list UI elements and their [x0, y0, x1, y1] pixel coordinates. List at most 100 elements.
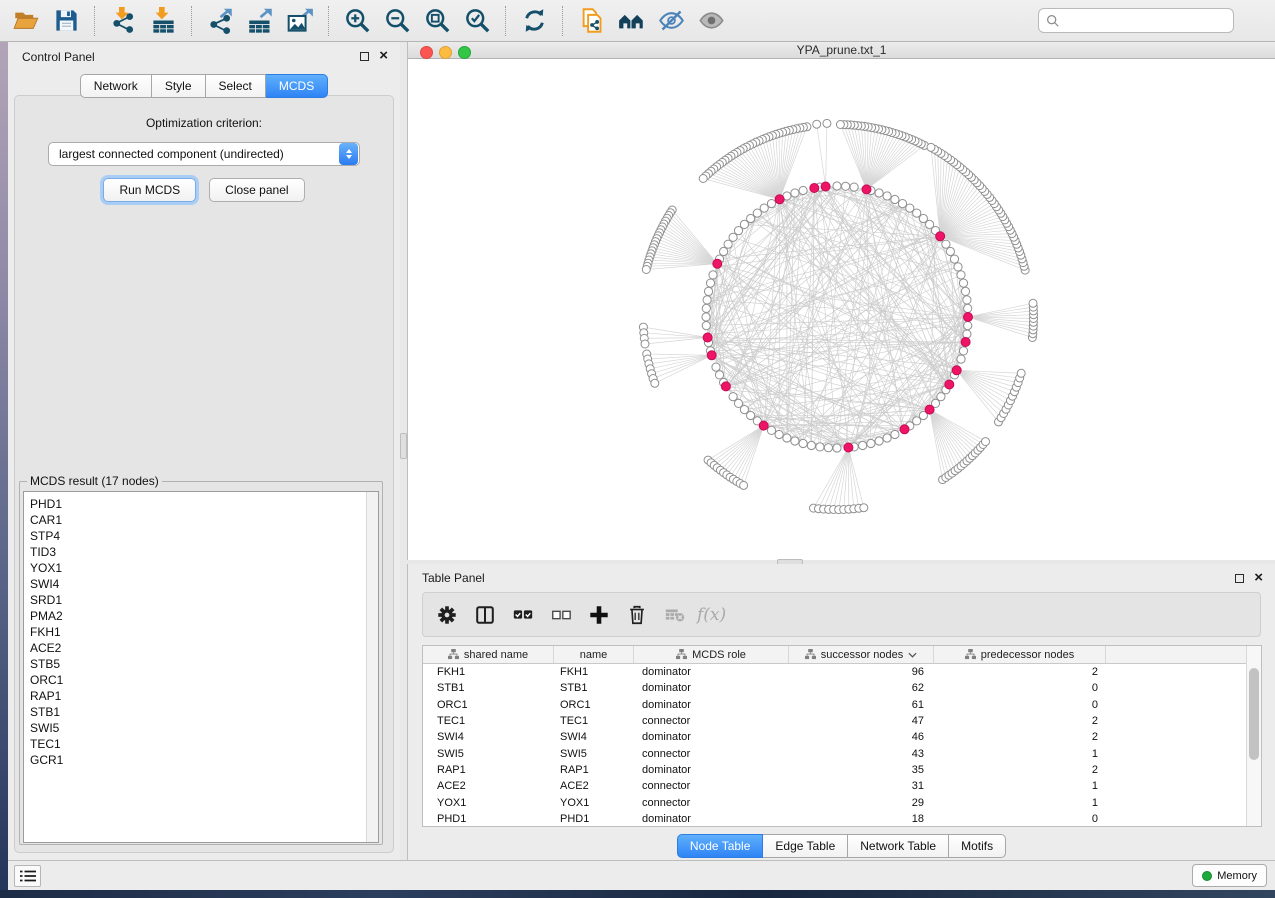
mcds-result-item[interactable]: STP4 [30, 528, 365, 544]
show-all-button[interactable] [691, 4, 731, 38]
table-row[interactable]: YOX1YOX1connector291 [423, 794, 1261, 810]
tab-select[interactable]: Select [206, 74, 266, 98]
tab-motifs[interactable]: Motifs [949, 834, 1006, 858]
window-minimize-button[interactable] [439, 46, 452, 59]
apply-layout-button[interactable] [514, 4, 554, 38]
mcds-result-item[interactable]: TEC1 [30, 736, 365, 752]
table-scrollbar[interactable] [1246, 646, 1261, 826]
table-row[interactable]: RAP1RAP1dominator352 [423, 762, 1261, 778]
open-folder-icon [13, 7, 40, 34]
close-panel-button[interactable]: Close panel [209, 178, 304, 202]
column-header-MCDS-role[interactable]: MCDS role [634, 646, 789, 663]
mcds-result-item[interactable]: SWI4 [30, 576, 365, 592]
hide-selected-button[interactable] [651, 4, 691, 38]
sitemap-icon [965, 649, 976, 660]
export-table-button[interactable] [240, 4, 280, 38]
mcds-result-item[interactable]: STB1 [30, 704, 365, 720]
zoom-out-button[interactable] [377, 4, 417, 38]
table-row[interactable]: SWI5SWI5connector431 [423, 745, 1261, 761]
show-columns-button[interactable] [469, 598, 501, 632]
mcds-result-item[interactable]: GCR1 [30, 752, 365, 768]
mcds-result-item[interactable]: RAP1 [30, 688, 365, 704]
control-panel: Control Panel × NetworkStyleSelectMCDS O… [8, 42, 400, 860]
table-scrollbar-thumb[interactable] [1249, 668, 1259, 760]
float-panel-icon[interactable] [1235, 574, 1244, 583]
table-row[interactable]: PHD1PHD1dominator180 [423, 811, 1261, 827]
column-header-predecessor-nodes[interactable]: predecessor nodes [934, 646, 1106, 663]
window-zoom-button[interactable] [458, 46, 471, 59]
table-cell: connector [634, 748, 789, 760]
column-header-successor-nodes[interactable]: successor nodes [789, 646, 934, 663]
table-row[interactable]: ORC1ORC1dominator610 [423, 697, 1261, 713]
toolbar-separator [191, 6, 192, 36]
tab-edge-table[interactable]: Edge Table [763, 834, 848, 858]
mcds-result-item[interactable]: PMA2 [30, 608, 365, 624]
tab-network-table[interactable]: Network Table [848, 834, 949, 858]
table-cell: STB1 [554, 682, 634, 694]
control-panel-title: Control Panel [8, 42, 400, 64]
mcds-result-item[interactable]: SWI5 [30, 720, 365, 736]
tab-node-table[interactable]: Node Table [677, 834, 764, 858]
network-canvas[interactable] [408, 59, 1275, 560]
mcds-result-item[interactable]: YOX1 [30, 560, 365, 576]
task-history-button[interactable] [14, 865, 41, 887]
mcds-result-item[interactable]: PHD1 [30, 496, 365, 512]
window-close-button[interactable] [420, 46, 433, 59]
mcds-result-item[interactable]: TID3 [30, 544, 365, 560]
table-row[interactable]: ACE2ACE2connector311 [423, 778, 1261, 794]
column-header-label: name [580, 649, 608, 661]
table-row[interactable]: TEC1TEC1connector472 [423, 713, 1261, 729]
tab-mcds[interactable]: MCDS [266, 74, 328, 98]
zoom-selected-button[interactable] [457, 4, 497, 38]
float-panel-icon[interactable] [360, 52, 369, 61]
search-input[interactable] [1060, 11, 1226, 31]
mcds-result-item[interactable]: STB5 [30, 656, 365, 672]
table-row[interactable]: STB1STB1dominator620 [423, 680, 1261, 696]
column-header-shared-name[interactable]: shared name [423, 646, 554, 663]
zoom-fit-button[interactable] [417, 4, 457, 38]
tab-network[interactable]: Network [80, 74, 152, 98]
first-neighbors-button[interactable] [611, 4, 651, 38]
mcds-result-item[interactable]: ACE2 [30, 640, 365, 656]
table-panel-title: Table Panel [408, 564, 1275, 585]
table-cell: TEC1 [554, 715, 634, 727]
import-table-button[interactable] [143, 4, 183, 38]
table-cell: connector [634, 780, 789, 792]
table-row[interactable]: SWI4SWI4dominator462 [423, 729, 1261, 745]
close-panel-icon[interactable]: × [379, 51, 388, 61]
network-graph[interactable] [408, 59, 1274, 555]
zoom-in-button[interactable] [337, 4, 377, 38]
save-session-button[interactable] [46, 4, 86, 38]
delete-column-button[interactable] [621, 598, 653, 632]
import-network-button[interactable] [103, 4, 143, 38]
export-image-button[interactable] [280, 4, 320, 38]
criterion-select[interactable]: largest connected component (undirected) [48, 142, 360, 166]
copy-network-button[interactable] [571, 4, 611, 38]
network-window-titlebar: YPA_prune.txt_1 [408, 42, 1275, 59]
table-mode-button[interactable] [431, 598, 463, 632]
run-mcds-button[interactable]: Run MCDS [103, 178, 196, 202]
create-column-button[interactable] [583, 598, 615, 632]
unselect-all-button[interactable] [545, 598, 577, 632]
export-network-button[interactable] [200, 4, 240, 38]
column-header-name[interactable]: name [554, 646, 634, 663]
select-all-button[interactable] [507, 598, 539, 632]
close-panel-icon[interactable]: × [1254, 573, 1263, 583]
mcds-result-item[interactable]: SRD1 [30, 592, 365, 608]
vertical-splitter[interactable] [400, 42, 407, 860]
open-session-button[interactable] [6, 4, 46, 38]
export-image-icon [287, 7, 314, 34]
mcds-result-item[interactable]: FKH1 [30, 624, 365, 640]
tab-style[interactable]: Style [152, 74, 206, 98]
memory-button[interactable]: Memory [1192, 864, 1267, 887]
app-window: Control Panel × NetworkStyleSelectMCDS O… [0, 0, 1275, 898]
table-cell: STB1 [423, 682, 554, 694]
mcds-result-item[interactable]: CAR1 [30, 512, 365, 528]
mcds-result-item[interactable]: ORC1 [30, 672, 365, 688]
table-row[interactable]: FKH1FKH1dominator962 [423, 664, 1261, 680]
table-cell: PHD1 [423, 813, 554, 825]
splitter-grip[interactable] [400, 433, 407, 459]
mcds-result-scrollbar[interactable] [366, 492, 378, 842]
unchecked-boxes-icon [550, 604, 572, 626]
sort-descending-icon [908, 652, 917, 658]
